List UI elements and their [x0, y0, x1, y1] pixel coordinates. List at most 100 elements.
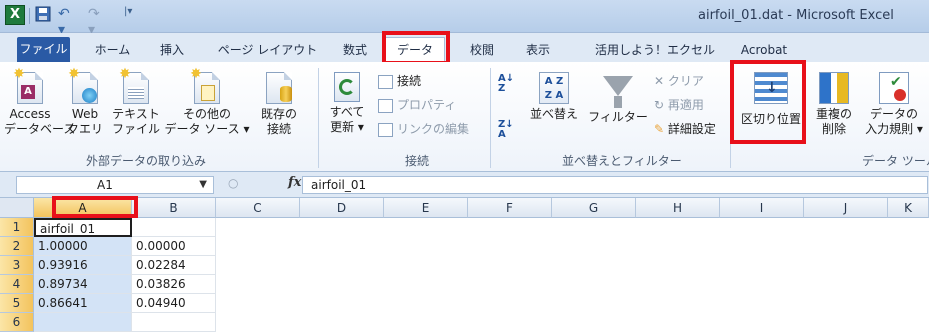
- name-box[interactable]: A1 ▼: [16, 176, 214, 194]
- tab-acrobat[interactable]: Acrobat: [734, 38, 794, 62]
- formula-input[interactable]: airfoil_01: [302, 176, 928, 194]
- properties-button[interactable]: プロパティ: [378, 96, 456, 114]
- reapply-button[interactable]: ↻ 再適用: [654, 96, 704, 114]
- edit-links-label: リンクの編集: [397, 122, 470, 136]
- cell-a6[interactable]: [34, 313, 132, 332]
- text-to-columns-label: 区切り位置: [740, 112, 801, 126]
- data-validation-label-2: 入力規則 ▾: [865, 122, 923, 136]
- column-header-j[interactable]: J: [804, 198, 888, 218]
- other-sources-icon: ✸: [190, 67, 220, 104]
- tab-home[interactable]: ホーム: [90, 38, 135, 62]
- column-header-i[interactable]: I: [720, 198, 804, 218]
- data-validation-button[interactable]: データの 入力規則 ▾: [860, 72, 928, 137]
- existing-connections-button[interactable]: 既存の 接続: [254, 72, 304, 137]
- tab-formulas[interactable]: 数式: [335, 38, 375, 62]
- web-query-button[interactable]: ✸ Web クエリ: [62, 67, 108, 137]
- column-header-b[interactable]: B: [132, 198, 216, 218]
- tab-data[interactable]: データ: [385, 37, 445, 63]
- insert-function-icon[interactable]: fx: [288, 175, 301, 190]
- cell-b4[interactable]: 0.03826: [132, 275, 216, 294]
- column-header-g[interactable]: G: [552, 198, 636, 218]
- tab-page-layout[interactable]: ページ レイアウト: [215, 38, 320, 62]
- other-label-2: データ ソース ▾: [164, 122, 250, 136]
- chevron-down-icon[interactable]: ▼: [199, 179, 207, 190]
- refresh-all-button[interactable]: すべて 更新 ▾: [324, 72, 370, 135]
- column-header-k[interactable]: K: [888, 198, 929, 218]
- column-header-c[interactable]: C: [216, 198, 300, 218]
- row-header[interactable]: 5: [0, 294, 34, 313]
- cell-b5[interactable]: 0.04940: [132, 294, 216, 313]
- excel-logo-icon[interactable]: X: [5, 5, 25, 25]
- clear-filter-button[interactable]: ✕ クリア: [654, 72, 704, 90]
- group-label-connections: 接続: [405, 154, 430, 168]
- access-label-1: Access: [9, 107, 51, 121]
- refresh-label-2: 更新 ▾: [330, 120, 364, 134]
- connections-button[interactable]: 接続: [378, 72, 421, 90]
- refresh-icon: [334, 72, 360, 102]
- text-label-2: ファイル: [111, 122, 160, 136]
- reapply-icon: ↻: [654, 98, 668, 112]
- other-label-1: その他の: [182, 107, 231, 121]
- row-header[interactable]: 1: [0, 218, 34, 237]
- sort-button[interactable]: A ZZ A 並べ替え: [526, 72, 582, 122]
- cell-a4[interactable]: 0.89734: [34, 275, 132, 294]
- row-header[interactable]: 4: [0, 275, 34, 294]
- row-header[interactable]: 3: [0, 256, 34, 275]
- advanced-filter-button[interactable]: ✎ 詳細設定: [654, 120, 716, 138]
- cell-b6[interactable]: [132, 313, 216, 332]
- data-validation-label-1: データの: [869, 107, 918, 121]
- tab-view[interactable]: 表示: [518, 38, 558, 62]
- undo-icon[interactable]: ↶ ▾: [58, 6, 76, 38]
- column-header-e[interactable]: E: [384, 198, 468, 218]
- text-to-columns-icon: [754, 72, 788, 104]
- column-header-h[interactable]: H: [636, 198, 720, 218]
- web-label-2: クエリ: [66, 122, 103, 136]
- remove-duplicates-label-1: 重複の: [815, 107, 852, 121]
- cell-a1[interactable]: airfoil_01: [34, 218, 132, 237]
- text-to-columns-button[interactable]: 区切り位置: [736, 72, 806, 127]
- refresh-label-1: すべて: [329, 105, 365, 119]
- remove-duplicates-button[interactable]: 重複の 削除: [810, 72, 858, 137]
- cell-a5[interactable]: 0.86641: [34, 294, 132, 313]
- cell-a3[interactable]: 0.93916: [34, 256, 132, 275]
- web-icon: ✸: [68, 67, 98, 104]
- save-icon[interactable]: [35, 6, 53, 24]
- row-header[interactable]: 2: [0, 237, 34, 256]
- other-sources-button[interactable]: ✸ その他の データ ソース ▾: [164, 67, 250, 137]
- cell-b3[interactable]: 0.02284: [132, 256, 216, 275]
- customize-qat-icon[interactable]: |▾: [124, 6, 142, 24]
- text-file-button[interactable]: ✸ テキスト ファイル: [110, 67, 162, 137]
- group-separator: [730, 68, 731, 168]
- filter-icon: [603, 76, 633, 96]
- tab-katsuyo-excel[interactable]: 活用しよう！エクセル: [580, 38, 730, 62]
- cell-a2[interactable]: 1.00000: [34, 237, 132, 256]
- group-label-external-data: 外部データの取り込み: [86, 154, 207, 168]
- sort-ascending-icon: A↓ Z: [498, 73, 515, 94]
- redo-icon[interactable]: ↷ ▾: [88, 6, 106, 38]
- access-database-button[interactable]: ✸ A Access データベース: [4, 67, 75, 137]
- cell-b2[interactable]: 0.00000: [132, 237, 216, 256]
- existing-label-2: 接続: [266, 122, 291, 136]
- qat-separator: [29, 8, 30, 24]
- row-header[interactable]: 6: [0, 313, 34, 332]
- formula-bar-handle: ○: [228, 176, 239, 190]
- tab-file[interactable]: ファイル: [17, 37, 70, 62]
- filter-button[interactable]: フィルター: [588, 72, 648, 125]
- sort-descending-button[interactable]: Z↓ A: [498, 120, 518, 140]
- clear-filter-label: クリア: [667, 74, 704, 88]
- existing-label-1: 既存の: [260, 107, 297, 121]
- column-header-a[interactable]: A: [34, 198, 132, 218]
- tab-insert[interactable]: 挿入: [152, 38, 192, 62]
- sort-az-icon: A ZZ A: [539, 72, 569, 104]
- sort-ascending-button[interactable]: A↓ Z: [498, 73, 518, 94]
- select-all-corner[interactable]: [0, 198, 34, 218]
- edit-links-button[interactable]: リンクの編集: [378, 120, 469, 138]
- cell-b1[interactable]: [132, 218, 216, 237]
- edit-links-icon: [378, 122, 393, 137]
- tab-review[interactable]: 校閲: [462, 38, 502, 62]
- column-header-d[interactable]: D: [300, 198, 384, 218]
- ribbon-tabs: ファイル ホーム 挿入 ページ レイアウト 数式 データ 校閲 表示 活用しよう…: [0, 33, 929, 63]
- worksheet-grid: A B C D E F G H I J K 1 airfoil_01 2 1.0…: [0, 198, 929, 332]
- column-header-f[interactable]: F: [468, 198, 552, 218]
- text-file-icon: ✸: [119, 67, 149, 104]
